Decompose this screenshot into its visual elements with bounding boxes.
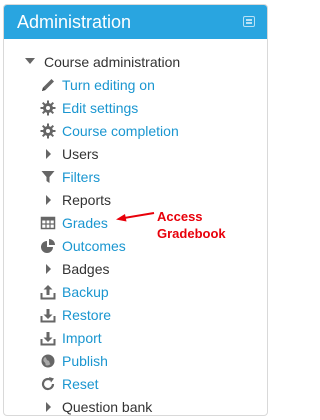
tree-item-label[interactable]: Users: [62, 146, 99, 162]
tree-item-label[interactable]: Reset: [62, 376, 99, 392]
tree-item-question-bank[interactable]: Question bank: [4, 396, 267, 415]
tree-item-outcomes[interactable]: Outcomes: [4, 235, 267, 258]
tree-item-publish[interactable]: Publish: [4, 350, 267, 373]
refresh-icon: [40, 376, 56, 392]
tree-item-label[interactable]: Edit settings: [62, 100, 138, 116]
download-icon: [40, 307, 56, 323]
tree-item-import[interactable]: Import: [4, 327, 267, 350]
tree-item-restore[interactable]: Restore: [4, 304, 267, 327]
caret-down-icon: [25, 58, 35, 64]
annotation-line-1: Access: [157, 209, 203, 224]
tree-item-badges[interactable]: Badges: [4, 258, 267, 281]
tree-item-course-completion[interactable]: Course completion: [4, 120, 267, 143]
tree-item-edit-settings[interactable]: Edit settings: [4, 97, 267, 120]
gear-icon: [40, 100, 56, 116]
tree-item-filters[interactable]: Filters: [4, 166, 267, 189]
caret-right-icon: [40, 192, 56, 208]
block-header: Administration: [4, 5, 267, 39]
upload-icon: [40, 284, 56, 300]
course-administration-node[interactable]: Course administration: [4, 51, 267, 74]
table-icon: [40, 215, 56, 231]
admin-tree: Course administration Turn editing on Ed…: [4, 51, 267, 415]
tree-item-label[interactable]: Turn editing on: [62, 77, 155, 93]
pie-chart-icon: [40, 238, 56, 254]
annotation-label: Access Gradebook: [157, 208, 226, 242]
tree-item-label[interactable]: Badges: [62, 261, 109, 277]
tree-item-reset[interactable]: Reset: [4, 373, 267, 396]
tree-item-label[interactable]: Import: [62, 330, 102, 346]
block-title: Administration: [17, 11, 132, 32]
tree-item-label[interactable]: Grades: [62, 215, 108, 231]
tree-item-label[interactable]: Publish: [62, 353, 108, 369]
pencil-icon: [40, 77, 56, 93]
filter-icon: [40, 169, 56, 185]
annotation-line-2: Gradebook: [157, 226, 226, 241]
annotation-arrow-icon: [116, 212, 155, 222]
import-icon: [40, 330, 56, 346]
tree-item-label[interactable]: Question bank: [62, 399, 152, 415]
tree-item-label[interactable]: Filters: [62, 169, 100, 185]
course-administration-label: Course administration: [44, 54, 181, 70]
tree-item-users[interactable]: Users: [4, 143, 267, 166]
caret-right-icon: [40, 399, 56, 415]
tree-item-backup[interactable]: Backup: [4, 281, 267, 304]
tree-item-turn-editing-on[interactable]: Turn editing on: [4, 74, 267, 97]
tree-item-label[interactable]: Restore: [62, 307, 111, 323]
tree-item-label[interactable]: Course completion: [62, 123, 179, 139]
gear-icon: [40, 123, 56, 139]
tree-item-label[interactable]: Outcomes: [62, 238, 126, 254]
globe-icon: [40, 353, 56, 369]
caret-right-icon: [40, 146, 56, 162]
tree-item-label[interactable]: Backup: [62, 284, 109, 300]
caret-right-icon: [40, 261, 56, 277]
dock-icon[interactable]: [243, 15, 257, 29]
tree-item-label[interactable]: Reports: [62, 192, 111, 208]
